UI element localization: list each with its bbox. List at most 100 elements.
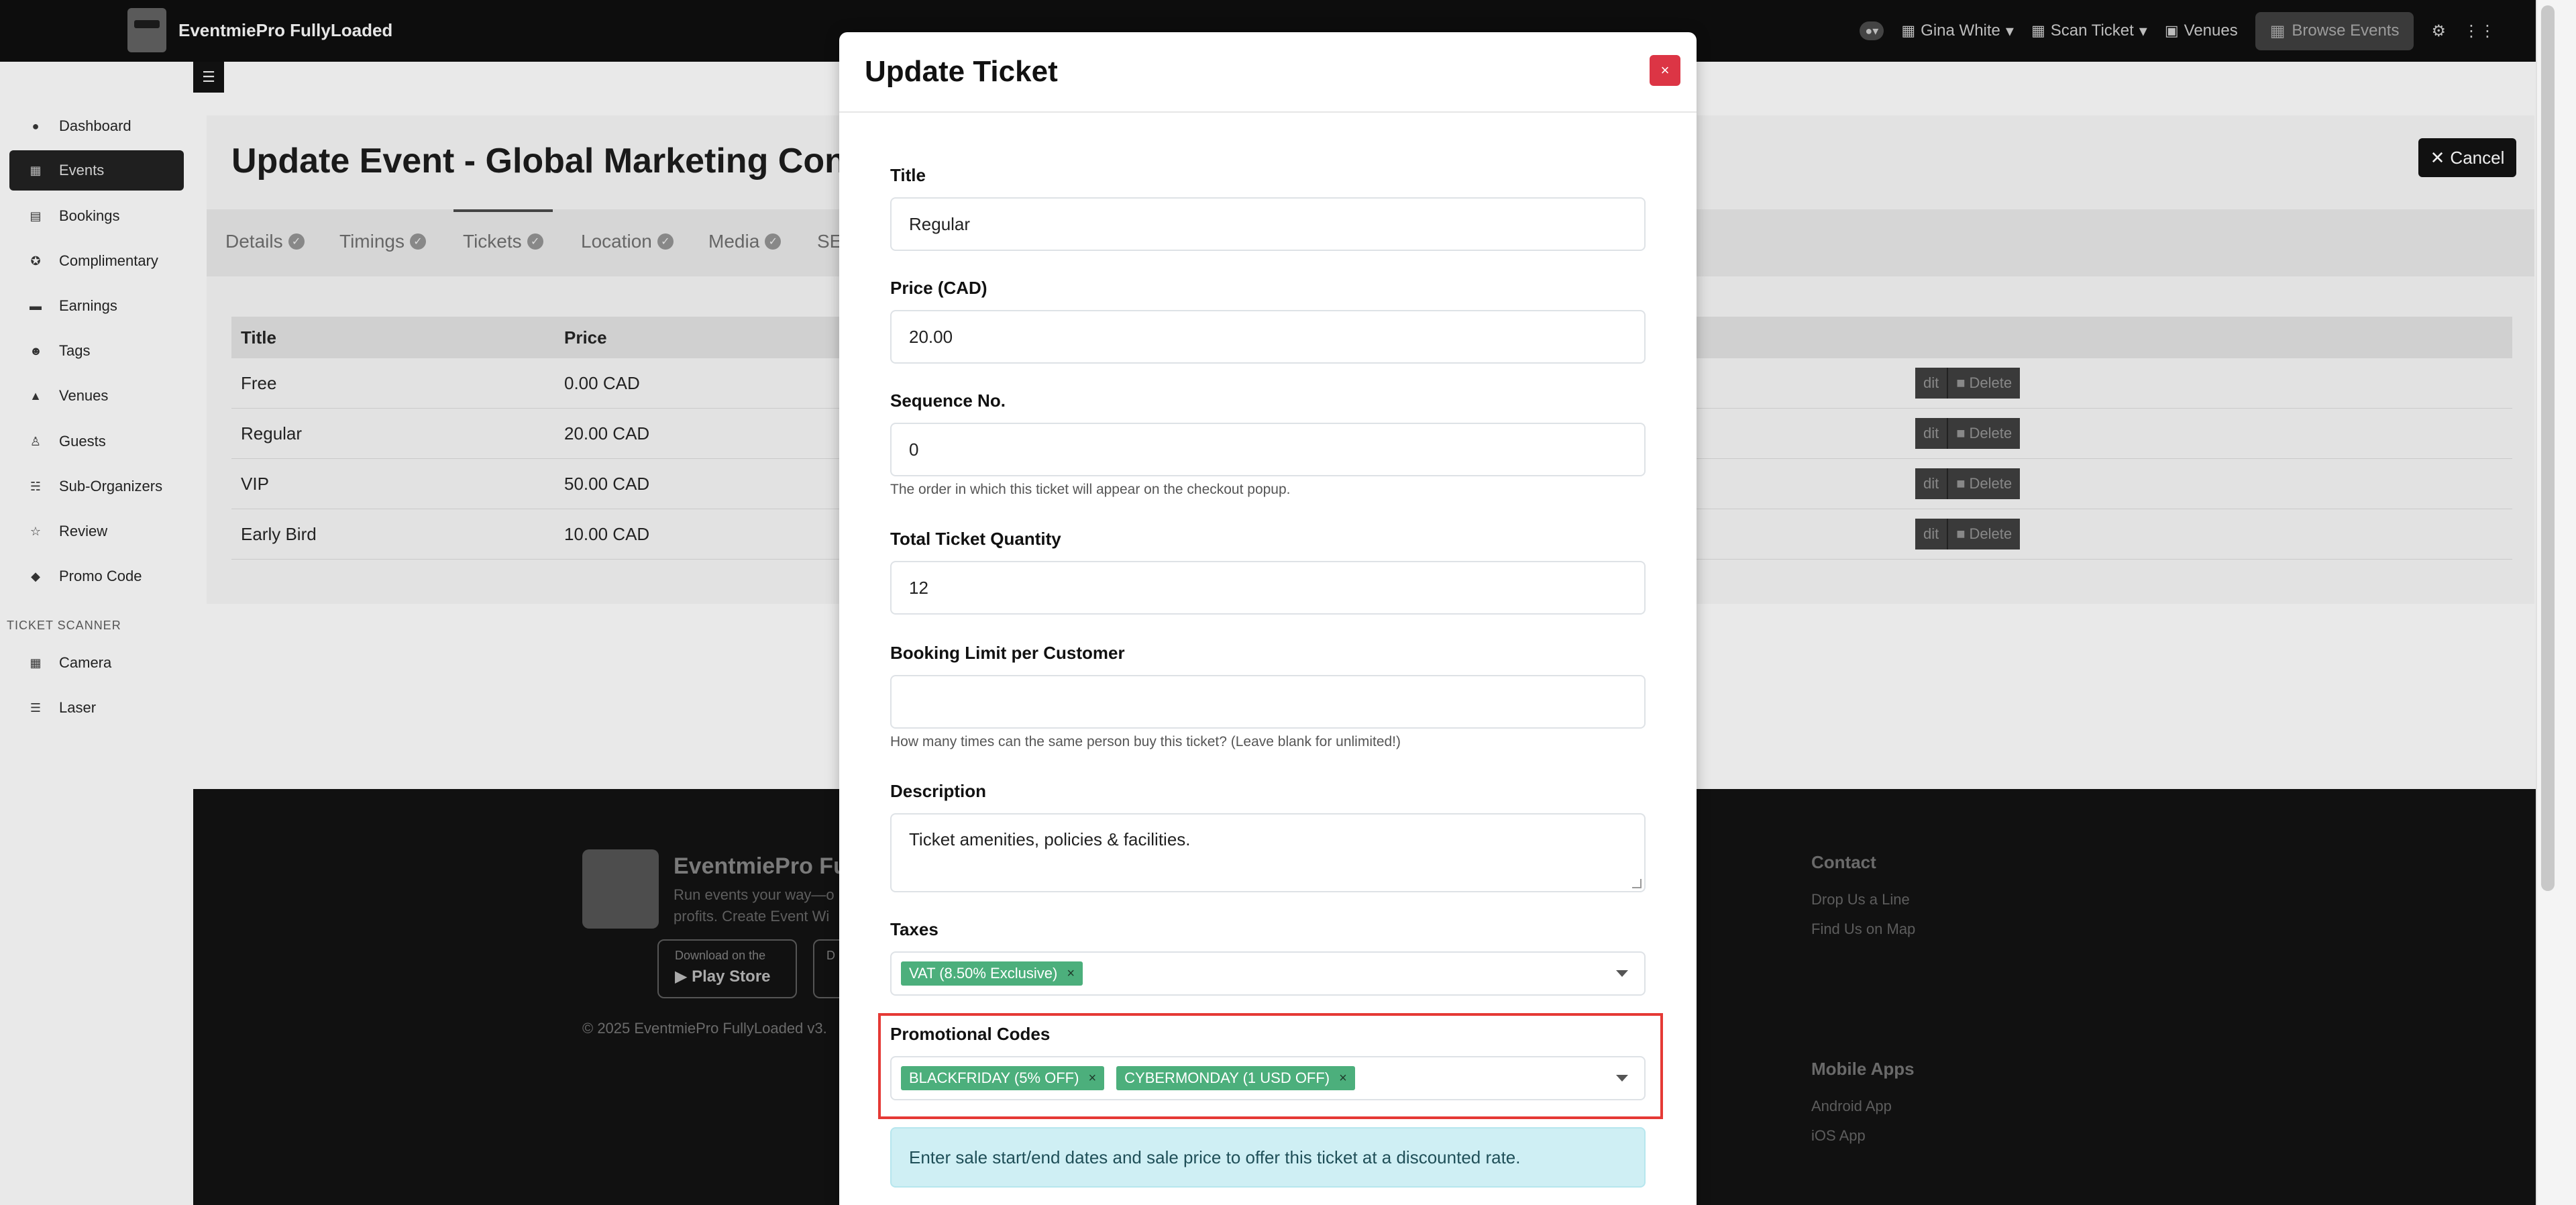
sidebar-item-label: Review [59,523,108,539]
delete-button[interactable]: ■ Delete [1947,418,2021,449]
description-textarea[interactable]: Ticket amenities, policies & facilities. [890,813,1646,892]
check-circle-icon: ✓ [657,233,674,250]
delete-button[interactable]: ■ Delete [1947,468,2021,499]
tab-tickets[interactable]: Tickets ✓ [463,231,543,252]
sidebar-item-bookings[interactable]: ▤ Bookings [9,196,184,236]
promo-chip: CYBERMONDAY (1 USD OFF) × [1116,1066,1355,1090]
check-circle-icon: ✓ [527,233,543,250]
sidebar-item-label: Bookings [59,207,120,224]
title-input[interactable]: Regular [890,197,1646,251]
hamburger-menu-icon[interactable]: ☰ [193,62,224,93]
sidebar-item-label: Events [59,162,105,178]
sequence-input[interactable]: 0 [890,423,1646,476]
sidebar-item-camera[interactable]: ▦ Camera [9,643,184,683]
active-tab-indicator [453,209,553,212]
sidebar-item-review[interactable]: ☆ Review [9,511,184,552]
footer-link[interactable]: iOS App [1811,1127,1866,1145]
play-icon: ▶ [675,967,692,986]
sidebar-item-tags[interactable]: ☻ Tags [9,331,184,371]
sidebar-item-sub-organizers[interactable]: ☵ Sub-Organizers [9,466,184,507]
tab-details[interactable]: Details ✓ [225,231,305,252]
footer-link[interactable]: Android App [1811,1098,1892,1115]
sale-info-alert: Enter sale start/end dates and sale pric… [890,1127,1646,1188]
wallet-icon: ▬ [30,299,42,313]
delete-button[interactable]: ■ Delete [1947,519,2021,549]
ticket-price: 50.00 CAD [564,474,650,494]
building-icon: ▦ [1901,22,1916,39]
tag-icon: ◆ [31,569,40,583]
booking-limit-input[interactable] [890,675,1646,729]
sidebar-item-earnings[interactable]: ▬ Earnings [9,286,184,326]
remove-chip-icon[interactable]: × [1339,1071,1347,1086]
promo-codes-select[interactable]: BLACKFRIDAY (5% OFF) × CYBERMONDAY (1 USD… [890,1056,1646,1100]
tab-seo[interactable]: SE [817,231,842,252]
calendar-icon: ▦ [2269,21,2286,40]
sidebar-item-guests[interactable]: ♙ Guests [9,421,184,462]
chevron-down-icon[interactable] [1616,1075,1628,1082]
scrollbar-thumb[interactable] [2541,5,2555,891]
resize-handle-icon[interactable] [1632,879,1642,888]
sidebar-item-laser[interactable]: ☰ Laser [9,688,184,728]
sidebar-item-venues[interactable]: ▲ Venues [9,376,184,416]
tab-label: Media [708,231,760,252]
edit-button[interactable]: dit [1915,418,1947,449]
remove-chip-icon[interactable]: × [1067,966,1075,982]
description-label: Description [890,781,987,801]
barcode-icon: ☰ [30,700,42,715]
delete-button[interactable]: ■ Delete [1947,368,2021,399]
tab-timings[interactable]: Timings ✓ [339,231,426,252]
sidebar-item-label: Complimentary [59,252,158,269]
bookings-icon: ▤ [30,209,42,223]
tab-label: Timings [339,231,405,252]
bell-icon[interactable]: ●▾ [1860,21,1884,40]
price-input[interactable]: 20.00 [890,310,1646,364]
ticket-price: 0.00 CAD [564,373,640,393]
taxes-label: Taxes [890,919,938,939]
ticket-title: Early Bird [241,524,317,544]
chip-label: CYBERMONDAY (1 USD OFF) [1124,1069,1330,1086]
brand-logo [127,8,166,52]
theme-toggle-icon[interactable]: ⚙ [2431,21,2446,41]
sidebar-item-complimentary[interactable]: ✪ Complimentary [9,241,184,281]
edit-button[interactable]: dit [1915,368,1947,399]
footer-logo [582,849,659,929]
play-store-button[interactable]: Download on the ▶ Play Store [657,939,797,998]
tab-media[interactable]: Media ✓ [708,231,782,252]
apps-grid-icon[interactable]: ⋮⋮ [2463,21,2496,41]
tax-chip: VAT (8.50% Exclusive) × [901,961,1083,986]
sidebar-item-events[interactable]: ▦ Events [9,150,184,191]
modal-title: Update Ticket [865,55,1058,88]
edit-button[interactable]: dit [1915,519,1947,549]
check-circle-icon: ✓ [765,233,782,250]
remove-chip-icon[interactable]: × [1088,1071,1096,1086]
sidebar-item-label: Venues [59,387,109,404]
trash-icon: ■ [1956,525,1966,542]
delete-label: Delete [1969,425,2012,441]
footer-link[interactable]: Drop Us a Line [1811,891,1910,908]
sidebar-item-dashboard[interactable]: ● Dashboard [9,106,184,146]
store-small-label: D [826,949,835,962]
cancel-label: Cancel [2450,147,2505,168]
browse-events-button[interactable]: ▦ Browse Events [2255,11,2414,50]
sidebar-item-label: Camera [59,654,112,671]
check-circle-icon: ✓ [409,233,426,250]
sidebar-item-promo-code[interactable]: ◆ Promo Code [9,556,184,596]
price-label: Price (CAD) [890,278,987,298]
chevron-down-icon[interactable] [1616,970,1628,977]
brand[interactable]: EventmiePro FullyLoaded [127,7,392,54]
user-menu[interactable]: ▦ Gina White ▾ [1901,21,2014,41]
footer-link[interactable]: Find Us on Map [1811,921,1915,938]
tab-location[interactable]: Location ✓ [581,231,674,252]
close-button[interactable]: × [1650,55,1680,86]
edit-button[interactable]: dit [1915,468,1947,499]
cancel-button[interactable]: ✕ Cancel [2418,138,2516,177]
taxes-select[interactable]: VAT (8.50% Exclusive) × [890,951,1646,996]
venues-link[interactable]: ▣ Venues [2165,21,2238,40]
scan-ticket-menu[interactable]: ▦ Scan Ticket ▾ [2031,21,2147,41]
guests-icon: ♙ [30,434,42,448]
map-icon: ▣ [2164,22,2179,39]
booking-limit-label: Booking Limit per Customer [890,643,1125,663]
close-icon: ✕ [2430,147,2445,168]
quantity-input[interactable]: 12 [890,561,1646,615]
ticket-price: 20.00 CAD [564,423,650,443]
